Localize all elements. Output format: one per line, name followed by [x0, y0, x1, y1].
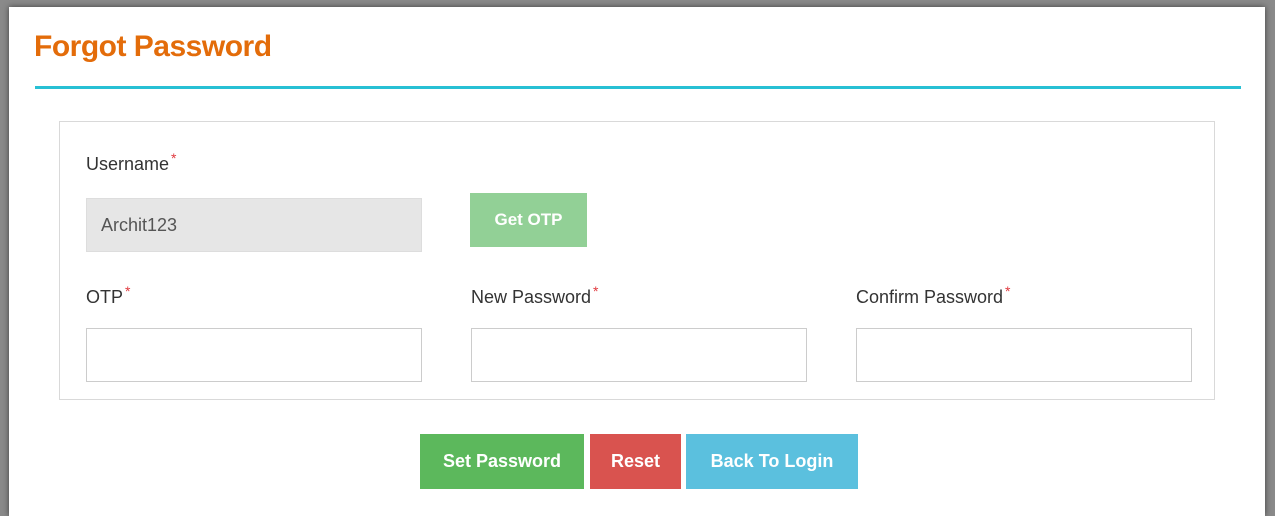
new-password-label-text: New Password: [471, 287, 592, 307]
get-otp-button[interactable]: Get OTP: [470, 193, 587, 247]
new-password-input[interactable]: [471, 328, 807, 382]
confirm-password-required-mark: *: [1005, 283, 1011, 299]
username-label-text: Username: [86, 154, 170, 174]
confirm-password-label: Confirm Password *: [856, 283, 1011, 308]
confirm-password-input[interactable]: [856, 328, 1192, 382]
username-required-mark: *: [171, 150, 177, 166]
forgot-password-window: Forgot Password Username* OTP* New Passw…: [9, 7, 1265, 516]
set-password-button[interactable]: Set Password: [420, 434, 584, 489]
otp-input[interactable]: [86, 328, 422, 382]
otp-label: OTP *: [86, 283, 130, 308]
confirm-password-label-text: Confirm Password: [856, 287, 1004, 307]
otp-required-mark: *: [125, 283, 131, 299]
otp-label-text: OTP: [86, 287, 124, 307]
username-label: Username *: [86, 150, 176, 175]
title-divider: [35, 86, 1241, 89]
page-title: Forgot Password: [34, 30, 272, 63]
username-input[interactable]: [86, 198, 422, 252]
reset-button[interactable]: Reset: [590, 434, 681, 489]
form-panel: Username* OTP* New Password* Confirm Pas…: [59, 121, 1215, 400]
new-password-label: New Password *: [471, 283, 599, 308]
back-to-login-button[interactable]: Back To Login: [686, 434, 858, 489]
new-password-required-mark: *: [593, 283, 599, 299]
